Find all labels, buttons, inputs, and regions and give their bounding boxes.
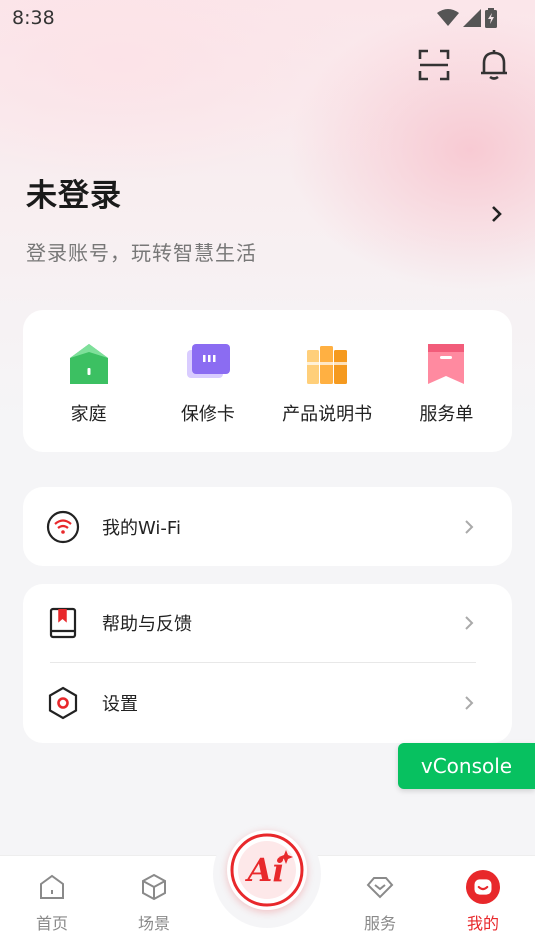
quick-item-warranty[interactable]: 保修卡 xyxy=(148,338,267,452)
tab-service[interactable]: 服务 xyxy=(340,870,420,934)
quick-item-manual[interactable]: 产品说明书 xyxy=(268,338,387,452)
quick-label-home: 家庭 xyxy=(70,404,107,425)
status-icons xyxy=(437,8,497,28)
ai-assistant-button[interactable]: Ai xyxy=(227,830,307,910)
smile-icon xyxy=(466,870,500,904)
top-actions xyxy=(417,48,511,82)
heart-diamond-icon xyxy=(363,870,397,904)
cell-signal-icon xyxy=(463,9,481,27)
quick-item-service[interactable]: 服务单 xyxy=(387,338,506,452)
hexagon-settings-icon xyxy=(45,685,81,721)
tab-label-mine: 我的 xyxy=(466,914,499,933)
chevron-right-icon xyxy=(465,696,474,710)
tab-label-service: 服务 xyxy=(363,914,396,933)
menu-row-wifi[interactable]: 我的Wi-Fi xyxy=(23,487,512,566)
profile-title: 未登录 xyxy=(26,178,122,214)
tab-label-scene: 场景 xyxy=(137,914,170,933)
tab-home[interactable]: 首页 xyxy=(12,870,92,934)
tab-mine[interactable]: 我的 xyxy=(443,870,523,934)
manual-books-icon xyxy=(307,346,348,384)
menu-label-wifi: 我的Wi-Fi xyxy=(102,517,181,539)
battery-icon xyxy=(485,8,497,28)
menu-label-settings: 设置 xyxy=(102,694,138,715)
quick-actions-card: 家庭 保修卡 产品说明书 服务单 xyxy=(23,310,512,452)
tab-label-home: 首页 xyxy=(35,914,68,933)
status-time: 8:38 xyxy=(12,7,55,29)
quick-item-home[interactable]: 家庭 xyxy=(29,338,148,452)
quick-label-warranty: 保修卡 xyxy=(180,404,235,425)
scan-button[interactable] xyxy=(417,48,451,82)
ai-logo-icon: Ai xyxy=(230,833,304,907)
wifi-signal-icon xyxy=(437,9,459,26)
profile-subtitle: 登录账号，玩转智慧生活 xyxy=(26,241,257,265)
wifi-icon xyxy=(45,509,81,545)
home-outline-icon xyxy=(35,870,69,904)
home-icon xyxy=(69,344,108,384)
menu-label-help: 帮助与反馈 xyxy=(102,614,192,635)
book-icon xyxy=(45,605,81,641)
wifi-card: 我的Wi-Fi xyxy=(23,487,512,566)
quick-label-service: 服务单 xyxy=(419,404,474,425)
chevron-right-icon xyxy=(465,616,474,630)
scan-icon xyxy=(418,49,450,81)
settings-card: 帮助与反馈 设置 xyxy=(23,584,512,743)
quick-label-manual: 产品说明书 xyxy=(282,404,373,425)
chevron-right-icon xyxy=(465,519,474,534)
vconsole-button[interactable]: vConsole xyxy=(398,743,535,789)
service-order-icon xyxy=(428,344,465,384)
warranty-card-icon xyxy=(186,344,230,378)
menu-row-help[interactable]: 帮助与反馈 xyxy=(23,584,512,662)
tab-scene[interactable]: 场景 xyxy=(114,870,194,934)
menu-row-settings[interactable]: 设置 xyxy=(23,663,512,743)
notification-button[interactable] xyxy=(477,48,511,82)
bell-icon xyxy=(481,50,507,80)
status-bar: 8:38 xyxy=(0,0,535,36)
cube-icon xyxy=(137,870,171,904)
login-profile[interactable]: 未登录 登录账号，玩转智慧生活 xyxy=(26,170,516,266)
chevron-right-icon xyxy=(492,206,502,222)
ai-logo-text: Ai xyxy=(245,851,285,889)
